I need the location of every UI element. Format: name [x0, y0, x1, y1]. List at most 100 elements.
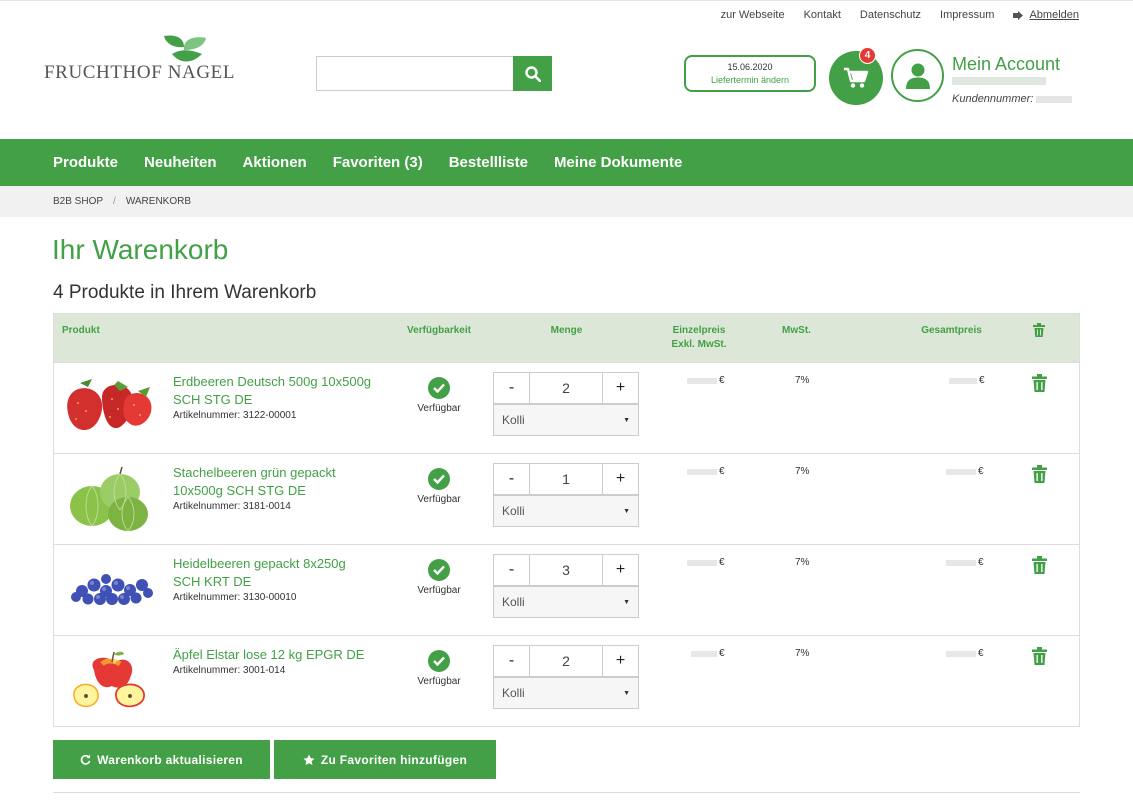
availability: Verfügbar — [414, 468, 464, 505]
unit-price: € — [687, 557, 725, 568]
vat-rate: 7% — [795, 557, 810, 568]
unit-price: € — [691, 648, 725, 659]
link-website[interactable]: zur Webseite — [721, 9, 785, 21]
unit-price: € — [687, 375, 725, 386]
check-circle-icon — [428, 650, 450, 672]
product-info: Heidelbeeren gepackt 8x250g SCH KRT DE A… — [173, 555, 373, 605]
increase-button[interactable]: + — [602, 372, 639, 404]
decrease-button[interactable]: - — [493, 372, 530, 404]
star-icon — [303, 754, 315, 765]
nav-actions[interactable]: Aktionen — [243, 154, 307, 171]
nav-documents[interactable]: Meine Dokumente — [554, 154, 682, 171]
breadcrumb-home[interactable]: B2B SHOP — [53, 196, 103, 207]
product-info: Erdbeeren Deutsch 500g 10x500g SCH STG D… — [173, 373, 373, 423]
cart-table: Produkt Verfügbarkeit Menge Einzelpreis … — [53, 313, 1080, 727]
logo-text: FRUCHTHOF NAGEL — [44, 62, 236, 83]
article-number: Artikelnummer: 3122-00001 — [173, 410, 297, 421]
currency: € — [719, 466, 725, 477]
trash-icon — [1032, 556, 1047, 574]
currency: € — [719, 375, 725, 386]
unit-select[interactable]: Kolli ▼ — [493, 495, 639, 527]
check-circle-icon — [428, 559, 450, 581]
unit-select[interactable]: Kolli ▼ — [493, 586, 639, 618]
nav-favorites[interactable]: Favoriten (3) — [333, 154, 423, 171]
remove-item-button[interactable] — [1032, 465, 1047, 488]
add-to-favorites-button[interactable]: Zu Favoriten hinzufügen — [274, 740, 496, 779]
product-name-link[interactable]: Stachelbeeren grün gepackt 10x500g SCH S… — [173, 464, 373, 500]
col-vat: MwSt. — [782, 325, 811, 336]
search-input[interactable] — [316, 56, 513, 91]
product-image-strawberries[interactable] — [62, 373, 160, 443]
nav-products[interactable]: Produkte — [53, 154, 118, 171]
quantity-input[interactable]: 3 — [530, 554, 602, 586]
decrease-button[interactable]: - — [493, 554, 530, 586]
top-border — [0, 0, 1133, 1]
product-name-link[interactable]: Erdbeeren Deutsch 500g 10x500g SCH STG D… — [173, 373, 373, 409]
unit-select[interactable]: Kolli ▼ — [493, 677, 639, 709]
cart-item-count: 4 Produkte in Ihrem Warenkorb — [53, 282, 317, 303]
quantity-input[interactable]: 1 — [530, 463, 602, 495]
product-name-link[interactable]: Heidelbeeren gepackt 8x250g SCH KRT DE — [173, 555, 373, 591]
remove-item-button[interactable] — [1032, 556, 1047, 579]
table-row: Erdbeeren Deutsch 500g 10x500g SCH STG D… — [54, 362, 1079, 453]
currency: € — [719, 648, 725, 659]
caret-down-icon: ▼ — [623, 689, 630, 697]
cart-button[interactable]: 4 — [829, 47, 883, 105]
quantity-input[interactable]: 2 — [530, 372, 602, 404]
sign-out-icon — [1013, 10, 1024, 20]
breadcrumb: B2B SHOP / WARENKORB — [0, 186, 1133, 217]
total-price: € — [946, 557, 984, 568]
remove-item-button[interactable] — [1032, 647, 1047, 670]
link-contact[interactable]: Kontakt — [804, 9, 841, 21]
product-image-gooseberries[interactable] — [62, 464, 160, 534]
logo[interactable]: FRUCHTHOF NAGEL — [44, 34, 266, 84]
increase-button[interactable]: + — [602, 645, 639, 677]
product-image-apples[interactable] — [62, 646, 160, 716]
delivery-change-label: Liefertermin ändern — [710, 75, 790, 85]
table-row: Stachelbeeren grün gepackt 10x500g SCH S… — [54, 453, 1079, 544]
total-price-redacted — [949, 377, 977, 384]
link-privacy[interactable]: Datenschutz — [860, 9, 921, 21]
account-button[interactable] — [891, 49, 944, 102]
logout-link[interactable]: Abmelden — [1013, 9, 1079, 21]
col-product: Produkt — [62, 325, 100, 336]
total-price-redacted — [946, 468, 976, 475]
search-button[interactable] — [513, 56, 552, 91]
product-name-link[interactable]: Äpfel Elstar lose 12 kg EPGR DE — [173, 646, 373, 664]
trash-icon — [1032, 374, 1047, 392]
article-number: Artikelnummer: 3181-0014 — [173, 501, 291, 512]
availability: Verfügbar — [414, 650, 464, 687]
update-cart-button[interactable]: Warenkorb aktualisieren — [53, 740, 270, 779]
delivery-date-button[interactable]: 15.06.2020 Liefertermin ändern — [684, 55, 816, 92]
shopping-cart-icon — [844, 67, 869, 88]
logout-label: Abmelden — [1029, 9, 1079, 21]
unit-select-value: Kolli — [502, 686, 525, 700]
nav-news[interactable]: Neuheiten — [144, 154, 217, 171]
remove-item-button[interactable] — [1032, 374, 1047, 397]
search-icon — [524, 65, 541, 82]
customer-number: Kundennummer: — [952, 93, 1073, 105]
link-imprint[interactable]: Impressum — [940, 9, 994, 21]
increase-button[interactable]: + — [602, 554, 639, 586]
product-info: Stachelbeeren grün gepackt 10x500g SCH S… — [173, 464, 373, 514]
total-price: € — [949, 375, 985, 386]
table-row: Heidelbeeren gepackt 8x250g SCH KRT DE A… — [54, 544, 1079, 635]
account-title[interactable]: Mein Account — [952, 54, 1060, 75]
divider — [53, 792, 1080, 793]
product-image-blueberries[interactable] — [62, 555, 160, 625]
cart-count-badge: 4 — [859, 47, 876, 64]
unit-select[interactable]: Kolli ▼ — [493, 404, 639, 436]
top-links: zur Webseite Kontakt Datenschutz Impress… — [721, 9, 1079, 21]
customer-number-redacted — [1036, 95, 1073, 103]
decrease-button[interactable]: - — [493, 463, 530, 495]
nav-order-list[interactable]: Bestellliste — [449, 154, 528, 171]
decrease-button[interactable]: - — [493, 645, 530, 677]
quantity-input[interactable]: 2 — [530, 645, 602, 677]
caret-down-icon: ▼ — [623, 507, 630, 515]
col-unit-price-line2: Exkl. MwSt. — [671, 339, 727, 350]
page-title: Ihr Warenkorb — [52, 234, 229, 265]
increase-button[interactable]: + — [602, 463, 639, 495]
delete-all-button[interactable] — [1033, 323, 1045, 342]
availability: Verfügbar — [414, 559, 464, 596]
unit-select-value: Kolli — [502, 413, 525, 427]
